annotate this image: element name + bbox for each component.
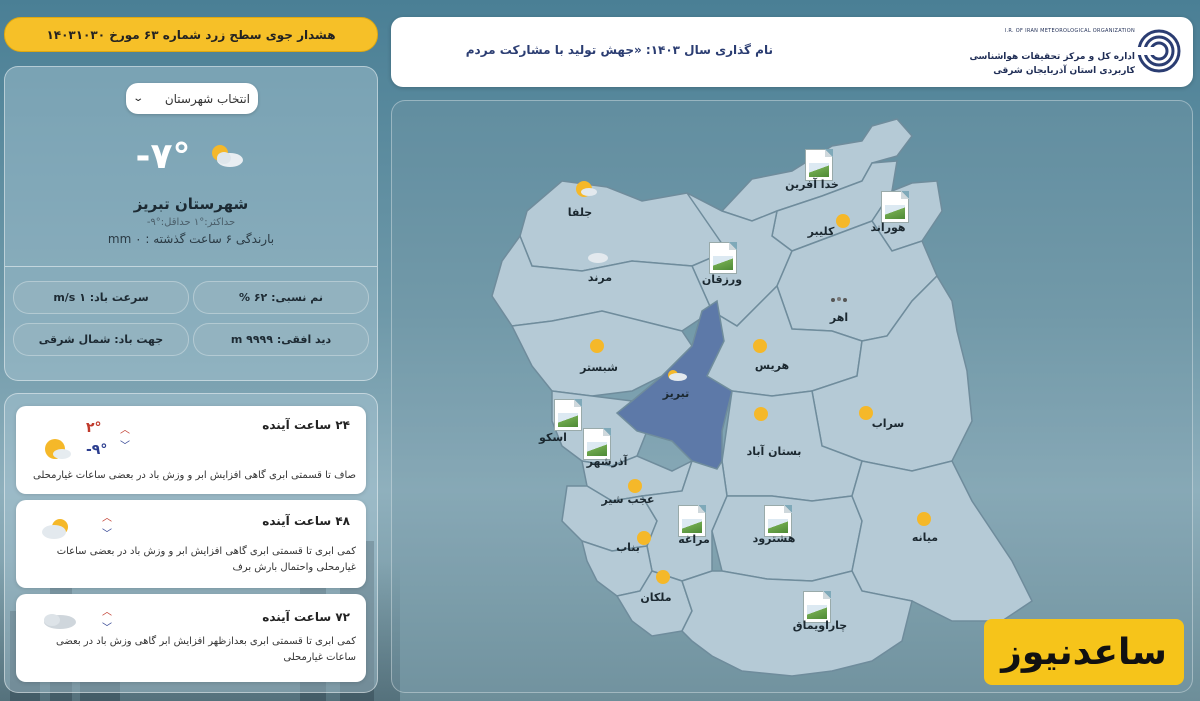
map-icon-varzaqan: [709, 242, 737, 274]
sun-icon: [753, 339, 767, 353]
min-max-temperature: حداکثر:°۱ حداقل:°۹-: [146, 217, 236, 228]
city-label-heris[interactable]: هریس: [755, 359, 789, 372]
city-label-khodaafarin[interactable]: خدا آفرین: [785, 178, 839, 191]
sun-cloud-icon: [45, 439, 71, 459]
wind-speed-stat: سرعت باد: ۱ m/s: [13, 281, 189, 314]
forecast-min-temp: -۹°: [86, 442, 108, 458]
forecast-title: ۲۴ ساعت آینده: [262, 418, 350, 432]
forecast-title: ۴۸ ساعت آینده: [262, 514, 350, 528]
city-select-label: انتخاب شهرستان: [164, 91, 250, 106]
city-label-kaleybar[interactable]: کلیبر: [808, 225, 835, 238]
city-label-tabriz[interactable]: تبریز: [663, 387, 689, 400]
alert-text: هشدار جوی سطح زرد شماره ۶۳ مورخ ۱۴۰۳۱۰۳۰: [46, 27, 336, 42]
city-label-marand[interactable]: مرند: [588, 271, 612, 284]
sun-icon: [836, 214, 850, 228]
rainfall-6h: بارندگی ۶ ساعت گذشته : ۰ mm: [107, 232, 275, 246]
forecast-max-temp: ۲°: [86, 420, 102, 436]
city-select-dropdown[interactable]: انتخاب شهرستان ⌄: [126, 83, 258, 114]
province-map-panel: خدا آفرین جلفا کلیبر هوراند ورزقان مرند …: [391, 100, 1193, 693]
cloud-icon: [831, 297, 847, 302]
forecast-description: صاف تا قسمتی ابری گاهی افزایش ابر و وزش …: [33, 470, 356, 481]
region-jolfa: [519, 180, 728, 272]
chevron-down-icon: ﹀: [102, 623, 112, 634]
chevron-down-icon: ﹀: [120, 441, 130, 452]
forecast-title: ۷۲ ساعت آینده: [262, 610, 350, 624]
current-temperature: -۷°: [135, 135, 191, 177]
org-name-line2: کاربردی استان آذربایجان شرقی: [993, 65, 1135, 76]
chevron-up-icon: ︿: [102, 513, 112, 524]
city-label-mianeh[interactable]: میانه: [912, 531, 938, 544]
current-weather-panel: انتخاب شهرستان ⌄ -۷° شهرستان تبریز حداکث…: [4, 66, 378, 381]
map-icon-horand: [881, 191, 909, 223]
wind-direction-stat: جهت باد: شمال شرقی: [13, 323, 189, 356]
city-label-charuymaq[interactable]: چاراویماق: [793, 619, 847, 632]
city-label-ahar[interactable]: اهر: [830, 311, 848, 324]
city-label-osku[interactable]: اسکو: [539, 431, 567, 444]
forecast-panel: ۲۴ ساعت آینده ︿ ﹀ ۲° -۹° صاف تا قسمتی اب…: [4, 393, 378, 693]
chevron-down-icon: ﹀: [102, 529, 112, 540]
cloud-sun-icon: [212, 145, 244, 167]
city-label-malekan[interactable]: ملکان: [640, 591, 671, 604]
map-icon-khodaafarin: [805, 149, 833, 181]
city-label-sarab[interactable]: سراب: [872, 417, 904, 430]
year-slogan: نام گذاری سال ۱۴۰۳: «جهش تولید با مشارکت…: [465, 43, 773, 57]
org-name-line1: اداره کل و مرکز تحقیقات هواشناسی: [969, 52, 1135, 62]
sun-icon: [754, 407, 768, 421]
city-label-horand[interactable]: هوراند: [870, 221, 905, 234]
sun-icon: [656, 570, 670, 584]
sun-icon: [917, 512, 931, 526]
sun-icon: [590, 339, 604, 353]
city-label-jolfa[interactable]: جلفا: [568, 206, 592, 219]
forecast-card-72h[interactable]: ۷۲ ساعت آینده ︿ ﹀ کمی ابری تا قسمتی ابری…: [16, 594, 366, 682]
city-name: شهرستان تبریز: [133, 195, 249, 213]
forecast-card-48h[interactable]: ۴۸ ساعت آینده ︿ ﹀ کمی ابری تا قسمتی ابری…: [16, 500, 366, 588]
city-label-ajabshir[interactable]: عجب شیر: [601, 493, 654, 506]
forecast-card-24h[interactable]: ۲۴ ساعت آینده ︿ ﹀ ۲° -۹° صاف تا قسمتی اب…: [16, 406, 366, 494]
chevron-up-icon: ︿: [120, 425, 130, 436]
meteorological-org-logo: [1137, 29, 1181, 73]
city-label-shabestar[interactable]: شبستر: [580, 361, 618, 374]
cloud-icon: [44, 614, 76, 629]
map-icon-osku: [554, 399, 582, 431]
brand-logo: ساعدنیوز: [984, 619, 1184, 685]
divider: [5, 266, 377, 267]
forecast-description: کمی ابری تا قسمتی ابری گاهی افزایش ابر و…: [56, 546, 356, 573]
city-label-bostanabad[interactable]: بستان آباد: [747, 445, 802, 458]
forecast-description: کمی ابری تا قسمتی ابری بعدازظهر افزایش ا…: [56, 636, 356, 663]
page-header: نام گذاری سال ۱۴۰۳: «جهش تولید با مشارکت…: [391, 17, 1193, 87]
city-label-maragheh[interactable]: مراغه: [678, 533, 710, 546]
city-label-varzaqan[interactable]: ورزقان: [702, 273, 742, 286]
city-label-azarshahr[interactable]: آذرشهر: [587, 455, 628, 468]
chevron-up-icon: ︿: [102, 607, 112, 618]
visibility-stat: دید افقی: ۹۹۹۹ m: [193, 323, 369, 356]
chevron-down-icon: ⌄: [132, 93, 145, 104]
org-english-name: I.R. OF IRAN METEOROLOGICAL ORGANIZATION: [1004, 28, 1135, 34]
city-label-bonab[interactable]: بناب: [616, 541, 640, 554]
cloud-icon: [588, 253, 608, 263]
cloud-sun-icon: [42, 519, 68, 539]
humidity-stat: نم نسبی: ۶۲ %: [193, 281, 369, 314]
org-name: اداره کل و مرکز تحقیقات هواشناسی کاربردی…: [969, 51, 1135, 78]
sun-cloud-icon: [576, 181, 597, 197]
cloud-icon: [668, 370, 687, 381]
city-label-hashtrud[interactable]: هشترود: [753, 532, 796, 545]
weather-alert-banner[interactable]: هشدار جوی سطح زرد شماره ۶۳ مورخ ۱۴۰۳۱۰۳۰: [4, 17, 378, 52]
